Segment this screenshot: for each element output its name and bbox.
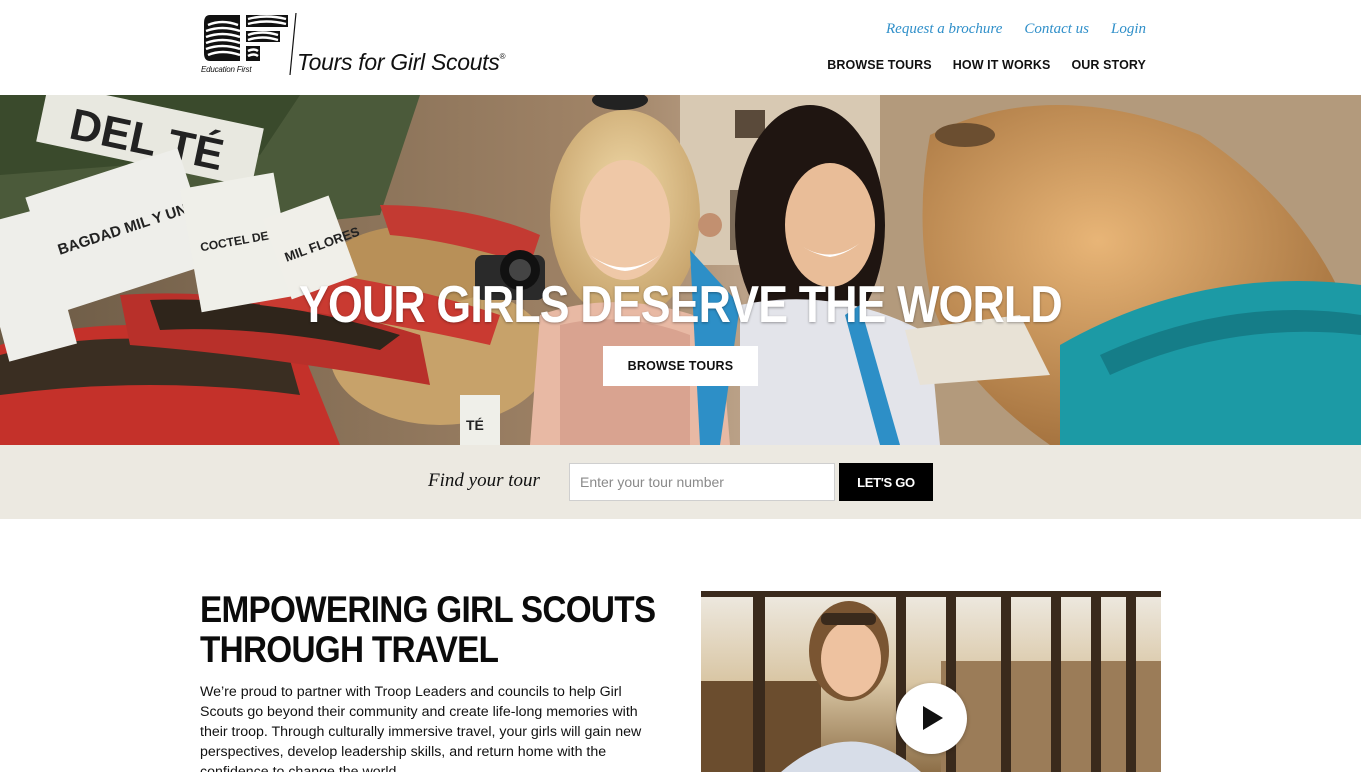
contact-us-link[interactable]: Contact us bbox=[1024, 21, 1089, 38]
utility-nav: Request a brochure Contact us Login bbox=[886, 21, 1146, 38]
intro-paragraph: We’re proud to partner with Troop Leader… bbox=[200, 684, 642, 772]
find-tour-label: Find your tour bbox=[428, 470, 540, 491]
site-header: Education First Tours for Girl Scouts® R… bbox=[0, 0, 1361, 95]
tour-number-input[interactable] bbox=[569, 463, 835, 501]
hero-photo: DEL TÉ BAGDAD MIL Y UNA NOCHE COCTEL DEL… bbox=[0, 95, 1361, 445]
lets-go-button[interactable]: LET'S GO bbox=[839, 463, 933, 501]
main-nav: BROWSE TOURS HOW IT WORKS OUR STORY bbox=[827, 58, 1146, 72]
hero-title: YOUR GIRLS DESERVE THE WORLD bbox=[299, 276, 1063, 334]
hero-banner: DEL TÉ BAGDAD MIL Y UNA NOCHE COCTEL DEL… bbox=[0, 95, 1361, 445]
intro-title: EMPOWERING GIRL SCOUTS THROUGH TRAVEL bbox=[200, 589, 656, 670]
logo-divider bbox=[289, 13, 297, 75]
login-link[interactable]: Login bbox=[1111, 21, 1146, 38]
nav-our-story[interactable]: OUR STORY bbox=[1071, 58, 1146, 72]
intro-video[interactable] bbox=[701, 591, 1161, 772]
sign-te: TÉ bbox=[466, 417, 484, 433]
request-brochure-link[interactable]: Request a brochure bbox=[886, 21, 1002, 38]
play-icon bbox=[923, 706, 943, 730]
logo-wordmark: Tours for Girl Scouts® bbox=[297, 49, 505, 76]
logo-subtitle: Education First bbox=[201, 65, 252, 74]
play-button[interactable] bbox=[896, 683, 967, 754]
ef-logo-icon bbox=[204, 15, 288, 61]
find-tour-bar: Find your tour LET'S GO bbox=[0, 445, 1361, 519]
registered-mark: ® bbox=[499, 52, 506, 61]
site-logo[interactable]: Education First Tours for Girl Scouts® bbox=[200, 13, 545, 77]
nav-browse-tours[interactable]: BROWSE TOURS bbox=[827, 58, 931, 72]
logo-wordmark-text: Tours for Girl Scouts bbox=[297, 49, 500, 75]
hero-browse-tours-button[interactable]: BROWSE TOURS bbox=[603, 346, 758, 386]
nav-how-it-works[interactable]: HOW IT WORKS bbox=[953, 58, 1051, 72]
